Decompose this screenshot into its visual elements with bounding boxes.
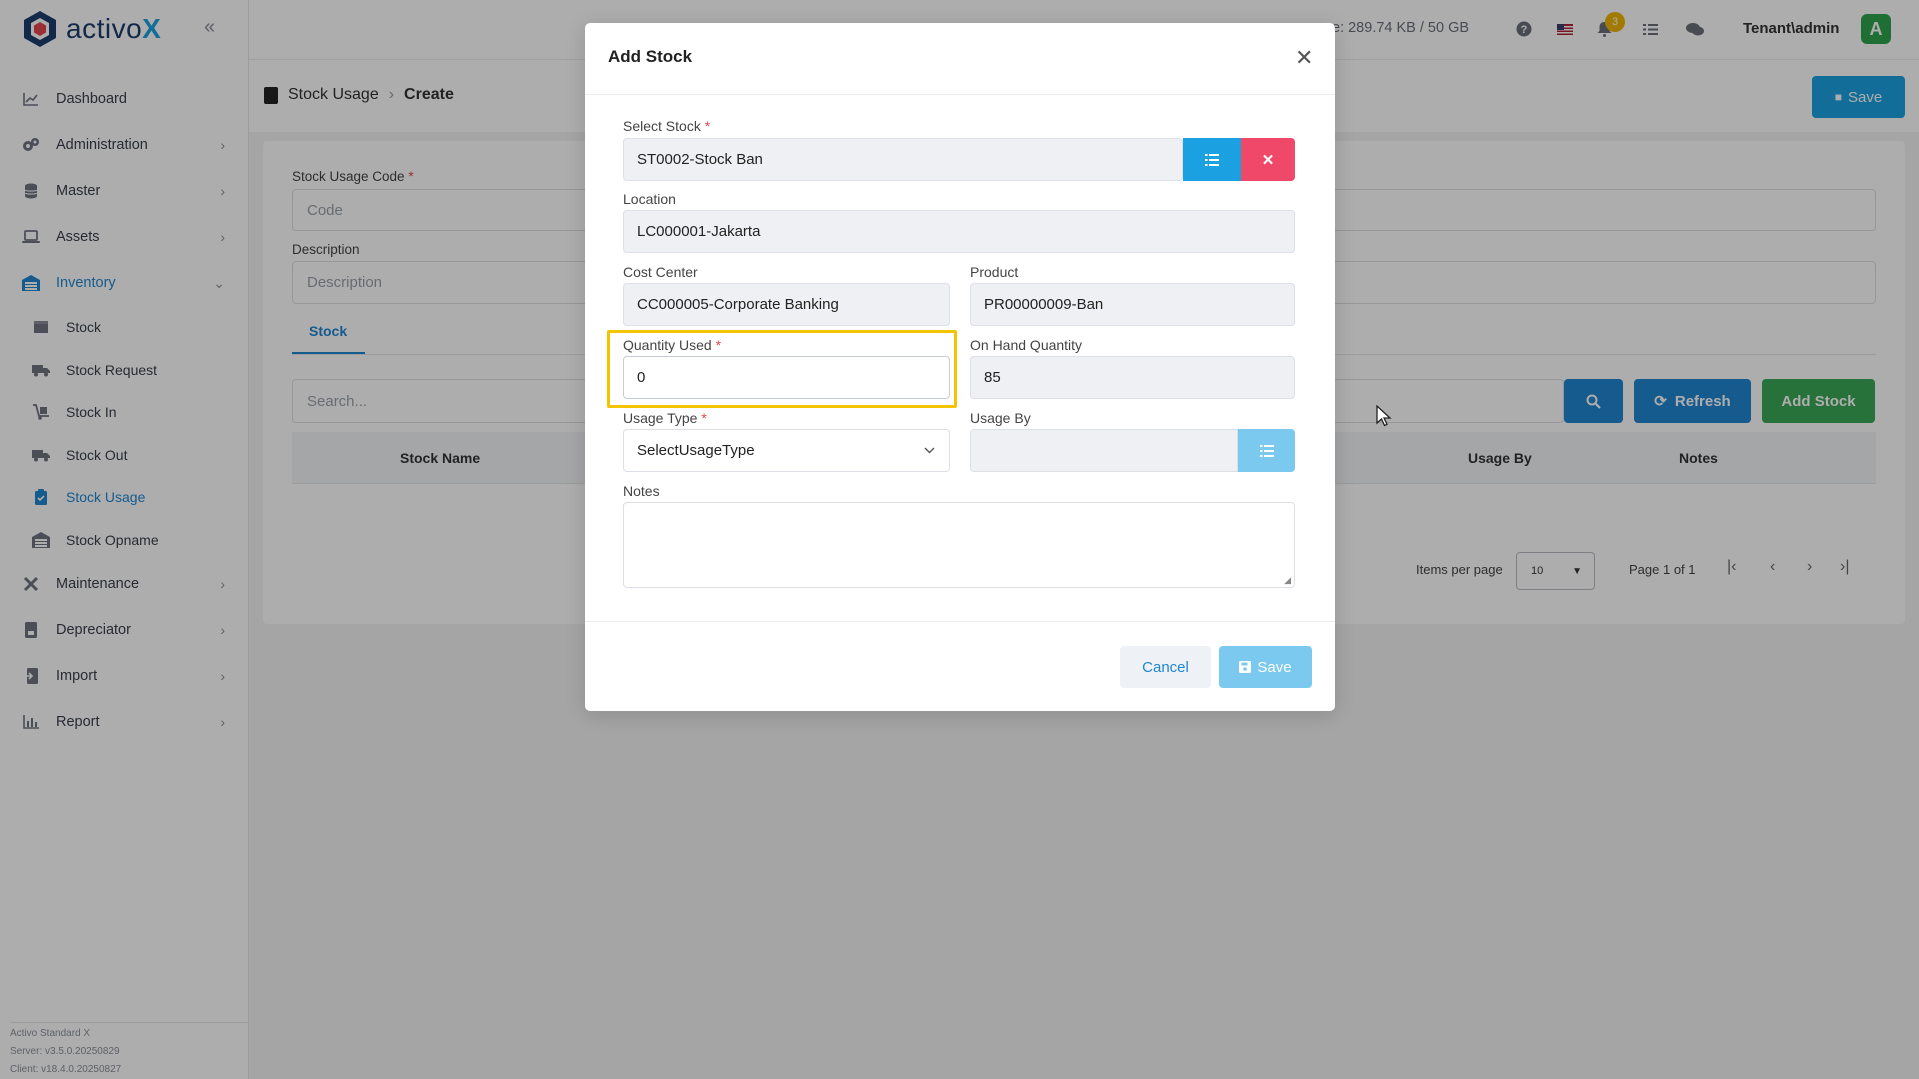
modal-footer-divider [585, 621, 1335, 622]
notes-textarea[interactable]: ◢ [623, 502, 1295, 588]
cost-center-label: Cost Center [623, 264, 698, 280]
clear-stock-button[interactable]: ✕ [1241, 138, 1295, 181]
cancel-button[interactable]: Cancel [1120, 646, 1211, 688]
usage-by-label: Usage By [970, 410, 1031, 426]
notes-label: Notes [623, 483, 660, 499]
usage-type-label: Usage Type * [623, 410, 707, 426]
save-button[interactable]: Save [1219, 646, 1312, 688]
add-stock-modal: Add Stock ✕ Select Stock * ST0002-Stock … [585, 23, 1335, 711]
select-stock-input[interactable]: ST0002-Stock Ban [623, 138, 1183, 181]
list-icon [1205, 153, 1219, 166]
list-icon [1259, 444, 1274, 457]
on-hand-quantity-input: 85 [970, 356, 1295, 399]
save-disk-icon [1239, 661, 1252, 673]
product-input: PR00000009-Ban [970, 283, 1295, 326]
usage-by-list-button[interactable] [1238, 429, 1295, 472]
modal-title: Add Stock [608, 47, 693, 66]
quantity-used-label: Quantity Used * [623, 337, 722, 353]
resize-handle-icon: ◢ [1284, 575, 1291, 585]
product-label: Product [970, 264, 1019, 280]
select-stock-list-button[interactable] [1183, 138, 1241, 181]
select-stock-label: Select Stock * [623, 118, 711, 134]
mouse-cursor-icon [1376, 405, 1392, 427]
on-hand-quantity-label: On Hand Quantity [970, 337, 1083, 353]
usage-type-select[interactable]: SelectUsageType [623, 429, 950, 472]
chevron-down-icon [924, 447, 935, 454]
cost-center-input: CC000005-Corporate Banking [623, 283, 950, 326]
quantity-used-input[interactable]: 0 [623, 356, 950, 399]
close-x-icon: ✕ [1261, 151, 1275, 169]
usage-by-input[interactable] [970, 429, 1238, 472]
modal-header-divider [585, 94, 1335, 95]
location-label: Location [623, 191, 676, 207]
close-icon[interactable]: ✕ [1295, 47, 1313, 69]
location-input: LC000001-Jakarta [623, 210, 1295, 253]
